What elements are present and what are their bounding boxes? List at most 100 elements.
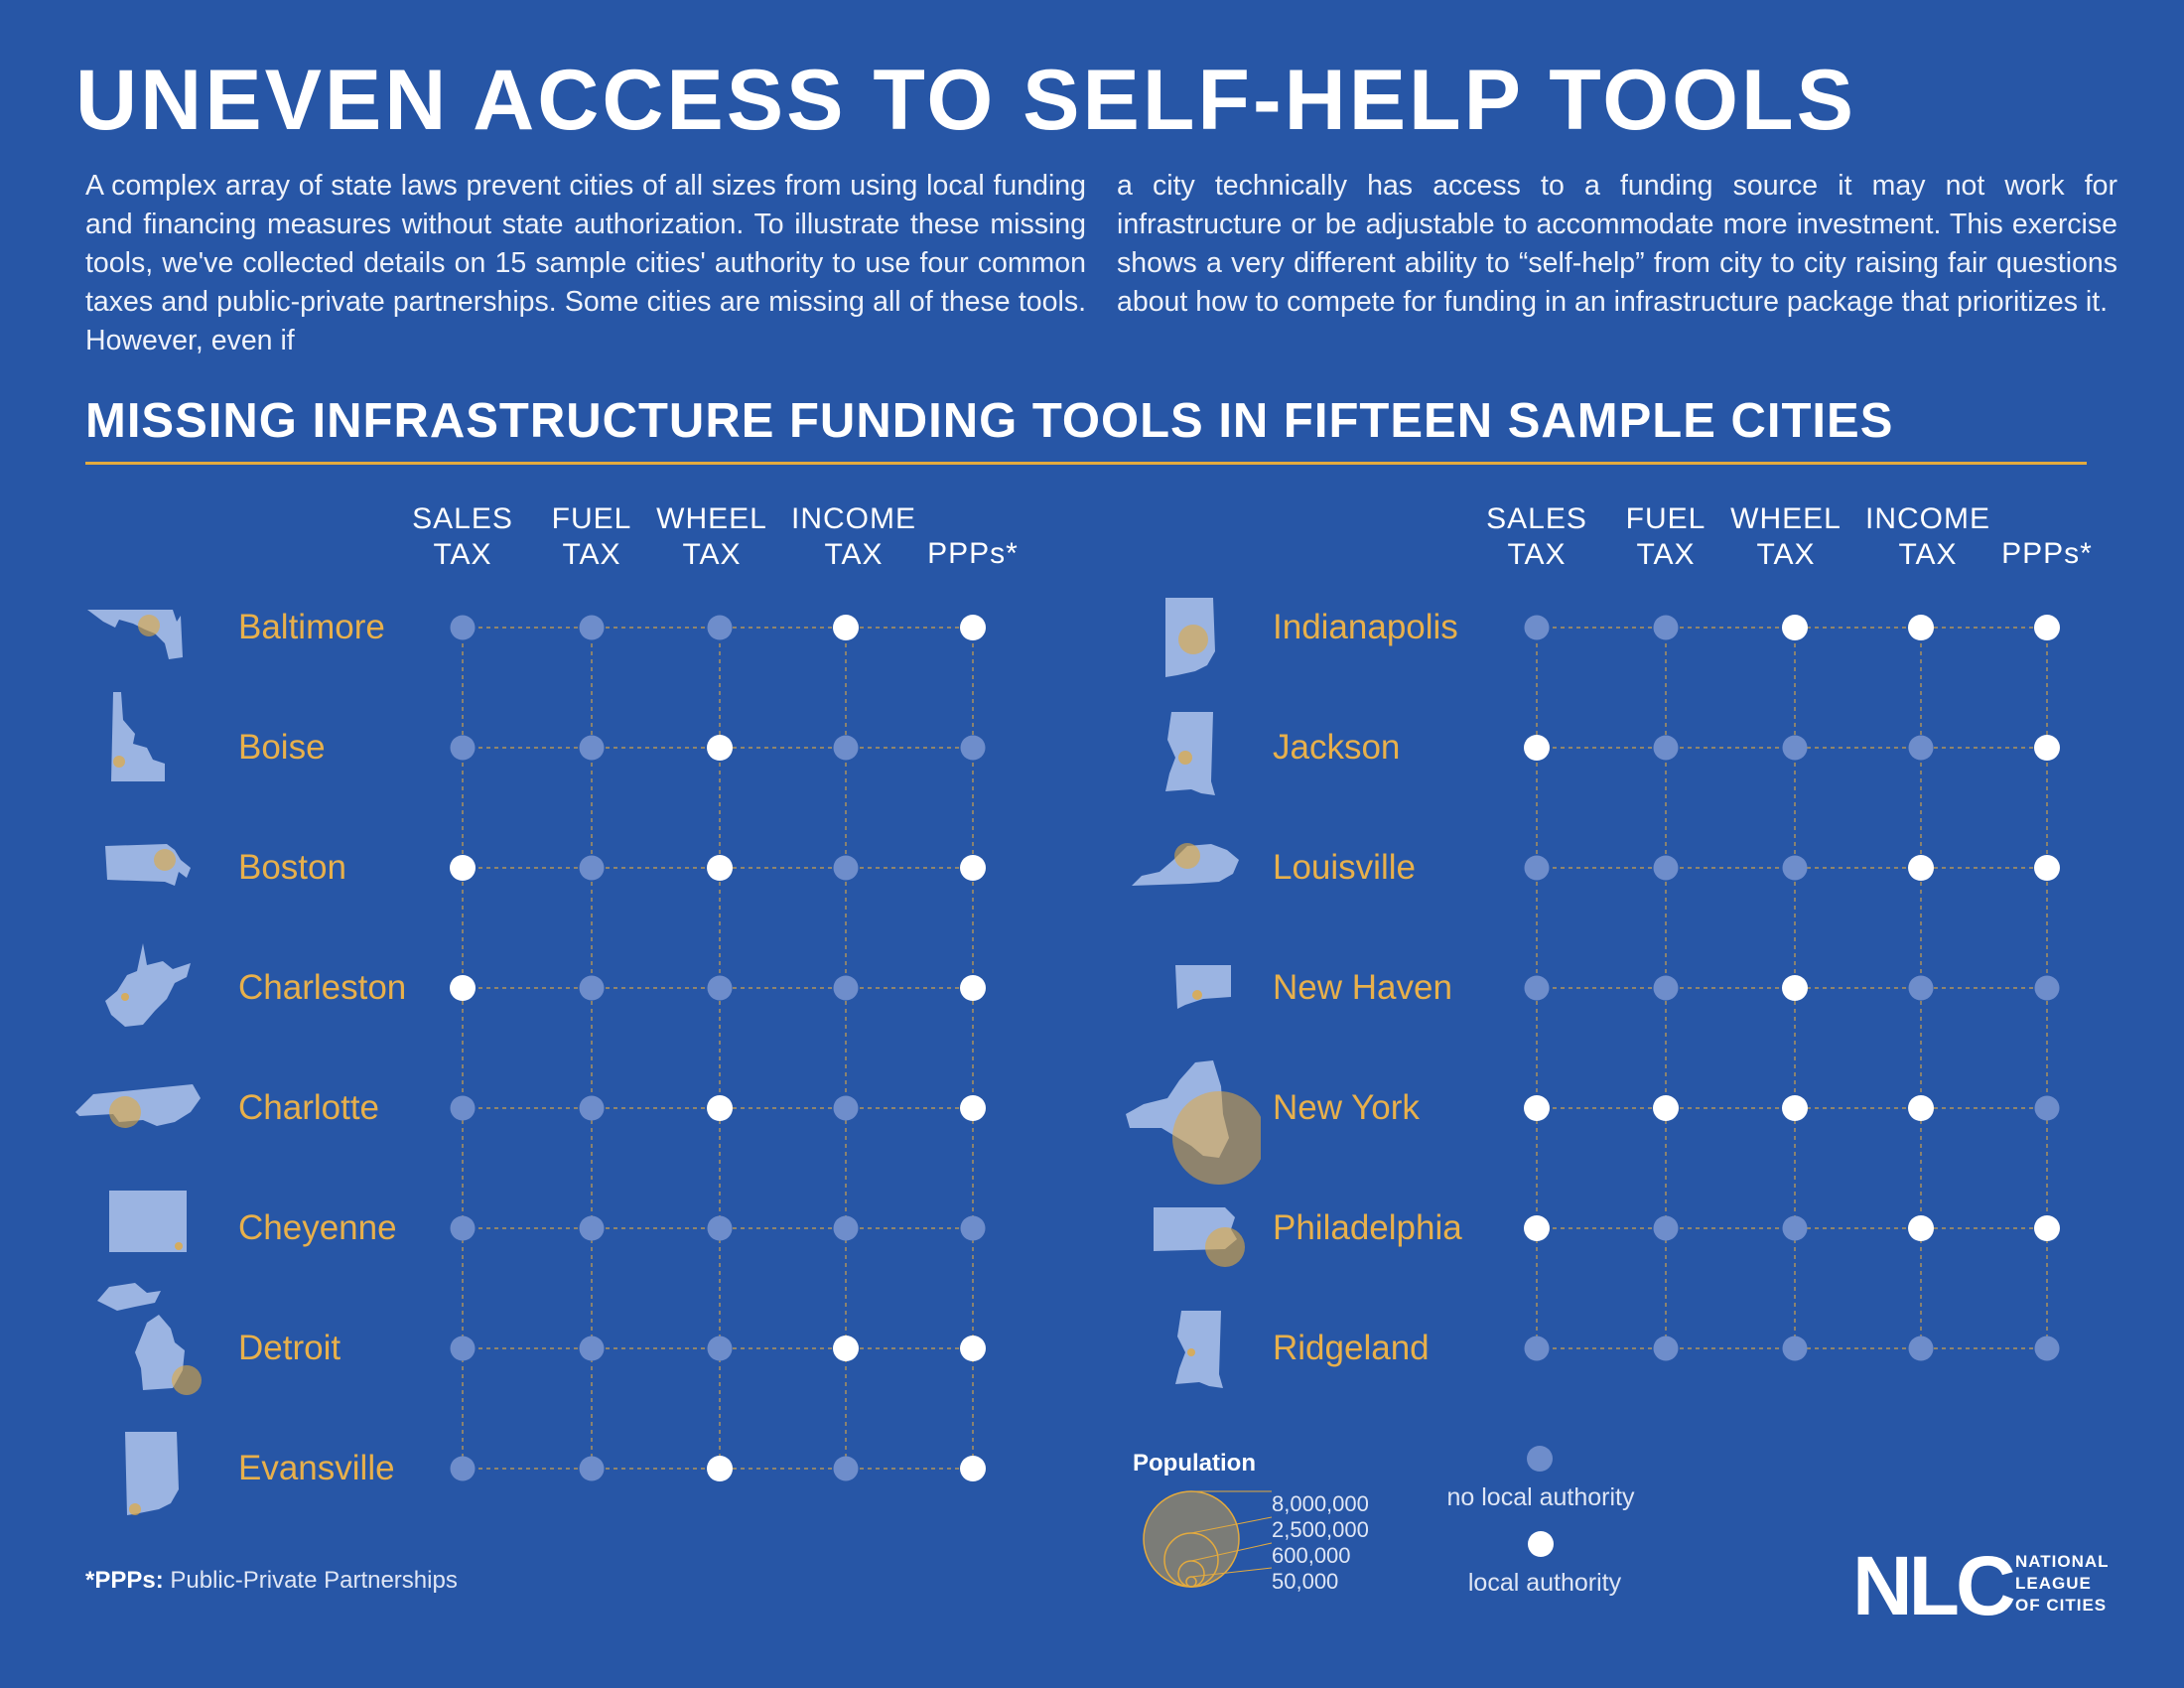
wyoming-map-icon — [109, 1191, 187, 1252]
no-local-authority-dot — [833, 975, 859, 1001]
no-local-authority-dot — [2034, 1095, 2060, 1121]
no-local-authority-dot — [1782, 855, 1808, 881]
no-local-authority-dot — [2034, 1336, 2060, 1361]
no-local-authority-dot — [579, 1456, 605, 1481]
no-local-authority-dot — [833, 1456, 859, 1481]
city-label: Jackson — [1273, 728, 1401, 767]
west-virginia-map-icon — [105, 943, 191, 1027]
chart-subtitle: MISSING INFRASTRUCTURE FUNDING TOOLS IN … — [85, 394, 1894, 448]
maryland-map-icon — [87, 610, 183, 659]
intro-paragraph-right: a city technically has access to a fundi… — [1117, 170, 2117, 318]
kentucky-map-icon — [1132, 843, 1239, 886]
local-authority-dot — [833, 1336, 859, 1361]
intro-paragraph-left: A complex array of state laws prevent ci… — [85, 170, 1086, 356]
no-local-authority-dot — [833, 855, 859, 881]
population-legend-title: Population — [1133, 1450, 1256, 1477]
no-local-authority-dot — [833, 735, 859, 761]
subtitle-divider — [85, 462, 2087, 465]
local-authority-dot — [960, 855, 986, 881]
city-label: Ridgeland — [1273, 1329, 1430, 1367]
local-authority-dot — [1782, 615, 1808, 640]
local-authority-dot — [833, 615, 859, 640]
local-authority-dot — [707, 855, 733, 881]
city-label: Charleston — [238, 968, 407, 1007]
no-local-authority-dot — [1908, 1336, 1934, 1361]
local-authority-dot — [1782, 1095, 1808, 1121]
local-authority-dot — [707, 1095, 733, 1121]
column-header-fuel-tax: FUEL TAX — [1625, 502, 1706, 571]
city-label: Evansville — [238, 1449, 395, 1487]
local-authority-dot — [1524, 1095, 1550, 1121]
local-authority-dot — [2034, 855, 2060, 881]
connecticut-map-icon — [1175, 965, 1231, 1009]
mississippi-map-icon — [1175, 1311, 1223, 1388]
no-local-authority-dot — [1908, 735, 1934, 761]
no-authority-legend-label: no local authority — [1446, 1483, 1635, 1511]
michigan-map-icon — [97, 1283, 202, 1395]
population-legend-circles — [1143, 1490, 1273, 1588]
no-local-authority-dot — [1782, 1336, 1808, 1361]
local-authority-dot — [2034, 1215, 2060, 1241]
local-authority-dot — [1653, 1095, 1679, 1121]
population-legend-value: 600,000 — [1272, 1543, 1351, 1568]
no-local-authority-dot — [1524, 1336, 1550, 1361]
city-label: Cheyenne — [238, 1208, 397, 1247]
column-header-income-tax: INCOME TAX — [1865, 502, 1990, 571]
authority-legend-label: local authority — [1467, 1569, 1622, 1597]
no-local-authority-dot — [579, 975, 605, 1001]
local-authority-dot — [1908, 855, 1934, 881]
local-authority-dot — [1908, 1215, 1934, 1241]
no-local-authority-dot — [579, 855, 605, 881]
no-local-authority-dot — [707, 975, 733, 1001]
local-authority-dot — [1908, 615, 1934, 640]
local-authority-dot — [960, 975, 986, 1001]
pennsylvania-map-icon — [1154, 1207, 1245, 1267]
city-label: Baltimore — [238, 608, 385, 646]
no-local-authority-dot — [707, 615, 733, 640]
no-local-authority-dot — [579, 735, 605, 761]
local-authority-dot — [2034, 615, 2060, 640]
no-local-authority-dot — [833, 1215, 859, 1241]
idaho-map-icon — [111, 692, 165, 781]
city-label: Louisville — [1273, 848, 1416, 887]
local-authority-dot — [960, 615, 986, 640]
column-header-wheel-tax: WHEEL TAX — [656, 502, 767, 571]
no-local-authority-dot — [450, 735, 476, 761]
no-local-authority-dot — [833, 1095, 859, 1121]
population-legend-value: 50,000 — [1272, 1569, 1339, 1594]
city-label: Boise — [238, 728, 326, 767]
no-local-authority-dot — [450, 615, 476, 640]
column-header-ppps: PPPs* — [927, 537, 1019, 570]
local-authority-dot — [1524, 735, 1550, 761]
nlc-logo: NLC — [1852, 1539, 2016, 1632]
no-local-authority-dot — [1653, 1215, 1679, 1241]
no-local-authority-dot — [1653, 975, 1679, 1001]
no-local-authority-dot — [707, 1336, 733, 1361]
new-york-map-icon — [1126, 1060, 1261, 1185]
column-header-sales-tax: SALES TAX — [1486, 502, 1587, 571]
massachusetts-map-icon — [105, 844, 191, 886]
no-local-authority-dot — [1653, 615, 1679, 640]
nlc-logo-line: OF CITIES — [2015, 1596, 2108, 1615]
no-local-authority-dot — [1653, 1336, 1679, 1361]
page-title: UNEVEN ACCESS TO SELF-HELP TOOLS — [75, 53, 1856, 148]
no-local-authority-dot — [1653, 735, 1679, 761]
no-local-authority-dot — [1524, 855, 1550, 881]
no-local-authority-dot — [450, 1456, 476, 1481]
local-authority-dot — [1908, 1095, 1934, 1121]
local-authority-dot — [450, 855, 476, 881]
no-local-authority-dot — [1908, 975, 1934, 1001]
city-label: New Haven — [1273, 968, 1452, 1007]
city-label: New York — [1273, 1088, 1420, 1127]
north-carolina-map-icon — [75, 1084, 201, 1128]
local-authority-dot — [2034, 735, 2060, 761]
mississippi-map-icon — [1165, 712, 1215, 795]
no-local-authority-dot — [450, 1215, 476, 1241]
no-local-authority-dot — [960, 1215, 986, 1241]
no-local-authority-dot — [1782, 1215, 1808, 1241]
ppps-footnote: *PPPs: Public-Private Partnerships — [85, 1567, 458, 1594]
population-legend-value: 2,500,000 — [1272, 1517, 1369, 1542]
city-label: Boston — [238, 848, 346, 887]
population-legend-value: 8,000,000 — [1272, 1491, 1369, 1516]
no-local-authority-dot — [579, 615, 605, 640]
